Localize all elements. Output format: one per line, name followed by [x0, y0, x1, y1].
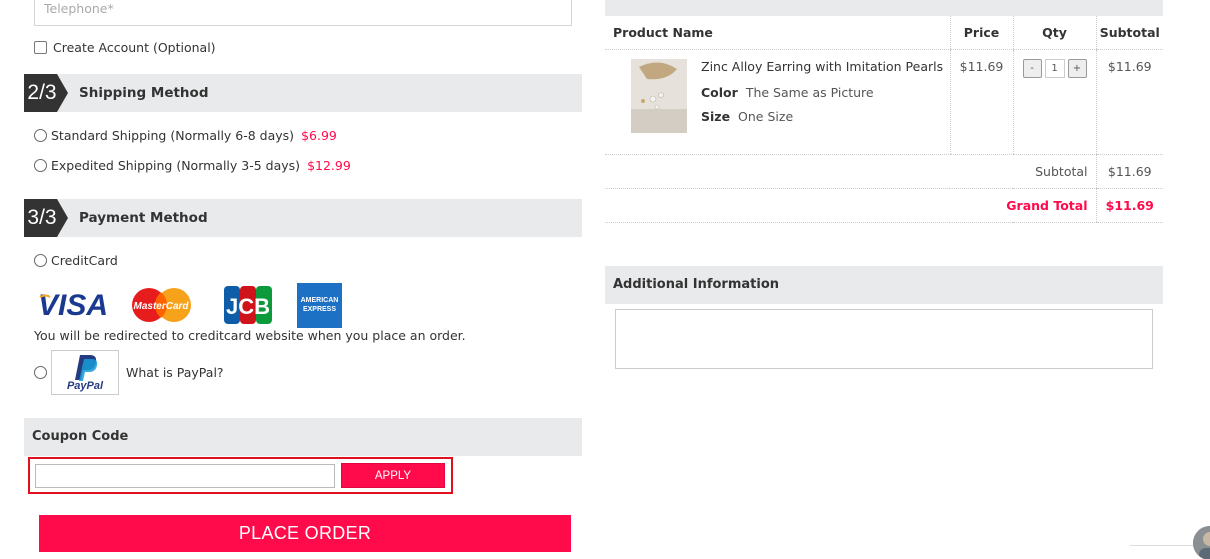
product-color: Color The Same as Picture	[701, 84, 874, 100]
grand-total-value: $11.69	[1095, 188, 1163, 223]
create-account-label: Create Account (Optional)	[53, 40, 216, 55]
table-header-row: Product Name Price Qty Subtotal	[605, 16, 1163, 50]
radio-button[interactable]	[34, 129, 47, 142]
svg-text:PayPal: PayPal	[67, 380, 104, 392]
payment-option-label: CreditCard	[51, 253, 118, 268]
svg-text:VISA: VISA	[38, 289, 108, 322]
amex-logo: AMERICAN EXPRESS	[297, 283, 342, 328]
card-logos: VISA MasterCard JCB AMERICAN EXPRESS	[36, 283, 346, 328]
coupon-input[interactable]	[35, 464, 335, 488]
shipping-option-expedited[interactable]: Expedited Shipping (Normally 3-5 days) $…	[34, 158, 351, 173]
radio-button[interactable]	[34, 366, 47, 379]
payment-option-creditcard[interactable]: CreditCard	[34, 253, 118, 268]
table-row: Zinc Alloy Earring with Imitation Pearls…	[605, 49, 1163, 155]
qty-increase-button[interactable]: +	[1067, 58, 1087, 78]
coupon-form: APPLY	[28, 457, 453, 494]
order-summary: Product Name Price Qty Subtotal Zinc All…	[605, 0, 1163, 559]
telephone-input[interactable]	[34, 0, 572, 26]
section-title: Shipping Method	[79, 85, 209, 101]
place-order-button[interactable]: PLACE ORDER	[39, 515, 571, 552]
subtotal-row: Subtotal $11.69	[605, 154, 1163, 189]
additional-information-textarea[interactable]	[615, 309, 1153, 369]
subtotal-label: Subtotal	[605, 154, 1096, 189]
coupon-code-header: Coupon Code	[24, 418, 582, 456]
apply-coupon-button[interactable]: APPLY	[341, 463, 445, 488]
payment-option-paypal[interactable]: PayPal What is PayPal?	[34, 350, 224, 395]
svg-text:AMERICAN: AMERICAN	[301, 297, 339, 304]
section-title: Payment Method	[79, 210, 208, 226]
checkout-form: Create Account (Optional) 2/3 Shipping M…	[24, 0, 582, 559]
product-thumbnail[interactable]	[631, 58, 687, 133]
visa-logo: VISA	[38, 289, 108, 322]
create-account-option[interactable]: Create Account (Optional)	[34, 40, 216, 55]
product-subtotal: $11.69	[1095, 49, 1163, 155]
paypal-logo: PayPal	[51, 350, 119, 395]
jcb-logo: JCB	[224, 286, 272, 324]
column-header: Subtotal	[1095, 16, 1163, 50]
quantity-stepper: - 1 +	[1014, 58, 1096, 78]
step-badge: 2/3	[24, 74, 68, 112]
step-badge: 3/3	[24, 199, 68, 237]
subtotal-value: $11.69	[1095, 154, 1163, 189]
additional-information-header: Additional Information	[605, 266, 1163, 304]
svg-text:JCB: JCB	[226, 294, 270, 319]
product-cell: Zinc Alloy Earring with Imitation Pearls…	[605, 49, 950, 155]
product-price: $11.69	[949, 49, 1013, 155]
shipping-option-label: Expedited Shipping (Normally 3-5 days)	[51, 158, 301, 173]
grand-total-label: Grand Total	[605, 188, 1096, 223]
product-size: Size One Size	[701, 108, 794, 124]
radio-button[interactable]	[34, 159, 47, 172]
what-is-paypal-link[interactable]: What is PayPal?	[126, 365, 224, 380]
column-header: Product Name	[605, 16, 950, 50]
shipping-option-price: $12.99	[307, 158, 351, 173]
shipping-method-header: 2/3 Shipping Method	[24, 74, 582, 112]
mastercard-logo: MasterCard	[132, 288, 191, 322]
qty-decrease-button[interactable]: -	[1022, 58, 1042, 78]
shipping-option-price: $6.99	[301, 128, 337, 143]
qty-cell: - 1 +	[1012, 49, 1096, 155]
product-name[interactable]: Zinc Alloy Earring with Imitation Pearls	[701, 59, 943, 74]
column-header: Qty	[1012, 16, 1096, 50]
radio-button[interactable]	[34, 254, 47, 267]
svg-text:MasterCard: MasterCard	[133, 301, 189, 312]
order-information-header	[605, 0, 1163, 16]
shipping-option-standard[interactable]: Standard Shipping (Normally 6-8 days) $6…	[34, 128, 337, 143]
svg-text:EXPRESS: EXPRESS	[303, 306, 336, 313]
payment-method-header: 3/3 Payment Method	[24, 199, 582, 237]
column-header: Price	[949, 16, 1013, 50]
grand-total-row: Grand Total $11.69	[605, 188, 1163, 223]
redirect-note: You will be redirected to creditcard web…	[34, 328, 466, 343]
shipping-option-label: Standard Shipping (Normally 6-8 days)	[51, 128, 295, 143]
create-account-checkbox[interactable]	[34, 41, 47, 54]
order-table: Product Name Price Qty Subtotal Zinc All…	[605, 16, 1163, 223]
qty-input[interactable]: 1	[1044, 58, 1065, 78]
